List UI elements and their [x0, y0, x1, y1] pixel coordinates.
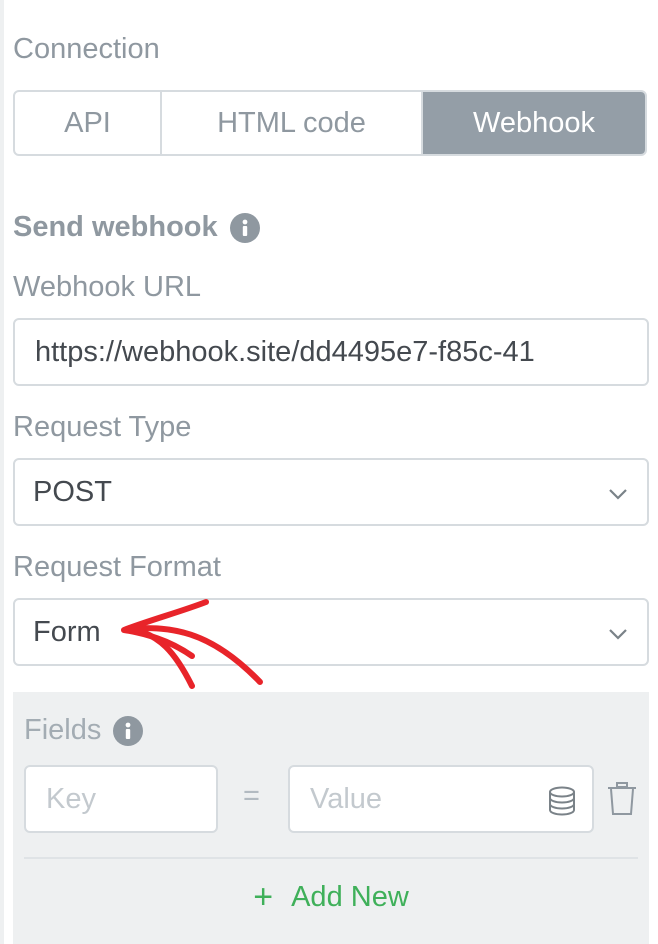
send-webhook-label: Send webhook	[13, 211, 218, 243]
plus-icon: +	[253, 878, 274, 916]
divider	[24, 857, 638, 859]
add-new-button[interactable]: + Add New	[13, 870, 649, 924]
tab-webhook[interactable]: Webhook	[421, 92, 645, 154]
chevron-down-icon	[609, 629, 627, 640]
equals-sign: =	[243, 780, 260, 812]
request-type-value: POST	[33, 475, 112, 508]
tab-html-code[interactable]: HTML code	[160, 92, 421, 154]
key-placeholder: Key	[46, 782, 96, 815]
connection-segmented-control: API HTML code Webhook	[13, 90, 647, 156]
database-icon[interactable]	[546, 785, 578, 817]
send-webhook-heading: Send webhook	[13, 211, 260, 244]
value-placeholder: Value	[310, 782, 383, 815]
info-icon[interactable]	[113, 715, 144, 746]
webhook-url-field[interactable]: https://webhook.site/dd4495e7-f85c-41	[13, 318, 649, 386]
request-type-select[interactable]: POST	[13, 458, 649, 526]
fields-heading: Fields	[24, 714, 144, 747]
fields-label: Fields	[24, 714, 102, 746]
add-new-label: Add New	[291, 880, 409, 913]
trash-icon[interactable]	[605, 781, 639, 817]
connection-label: Connection	[13, 33, 160, 65]
tab-api[interactable]: API	[15, 92, 160, 154]
key-input[interactable]: Key	[24, 765, 218, 833]
request-type-label: Request Type	[13, 411, 192, 443]
request-format-value: Form	[33, 615, 101, 648]
request-format-label: Request Format	[13, 551, 221, 583]
fields-panel: Fields Key = Value + Add New	[13, 692, 649, 944]
webhook-url-value: https://webhook.site/dd4495e7-f85c-41	[35, 335, 535, 368]
webhook-url-label: Webhook URL	[13, 271, 202, 303]
chevron-down-icon	[609, 489, 627, 500]
request-format-select[interactable]: Form	[13, 598, 649, 666]
value-input[interactable]: Value	[288, 765, 594, 833]
info-icon[interactable]	[229, 212, 260, 243]
left-border	[0, 0, 4, 944]
